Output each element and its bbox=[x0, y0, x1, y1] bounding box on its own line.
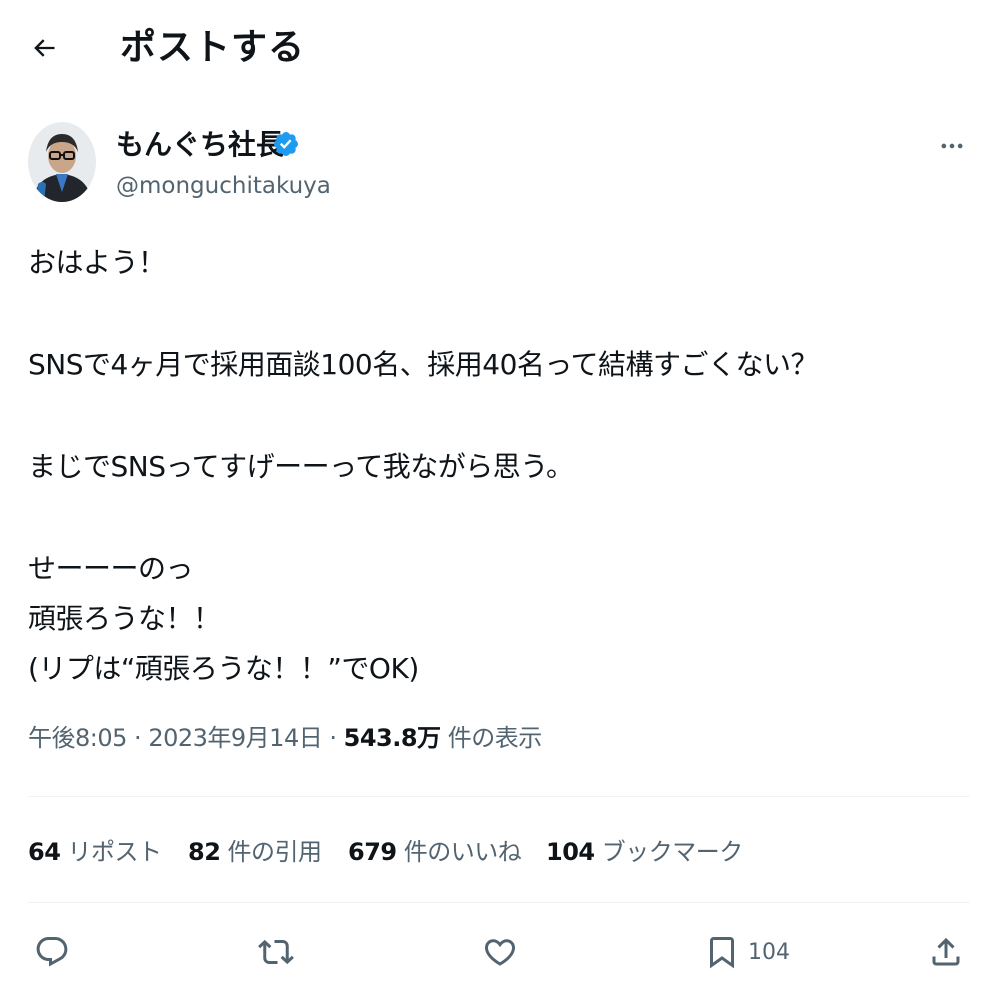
quotes-stat[interactable]: 82 件の引用 bbox=[188, 830, 322, 874]
like-button[interactable] bbox=[482, 928, 518, 976]
author-handle[interactable]: @monguchitakuya bbox=[116, 170, 331, 202]
bookmark-action-count: 104 bbox=[748, 939, 790, 965]
tweet-text-line bbox=[28, 390, 972, 442]
tweet-text-line: おはよう！ bbox=[28, 246, 166, 279]
repost-icon bbox=[258, 939, 294, 965]
more-options-button[interactable] bbox=[932, 126, 972, 166]
bookmarks-count: 104 bbox=[546, 838, 595, 866]
tweet-text-line: 頑張ろうな！！ bbox=[28, 602, 221, 635]
divider bbox=[28, 796, 970, 797]
verified-badge-icon bbox=[274, 132, 298, 156]
tweet-detail-page: ポストする もんぐち社長 @monguchitakuya おはよう！ SNSで4… bbox=[0, 0, 998, 998]
tweet-time[interactable]: 午後8:05 bbox=[28, 724, 127, 752]
tweet-text: おはよう！ SNSで4ヶ月で採用面談100名、採用40名って結構すごくない？ ま… bbox=[28, 238, 972, 694]
bookmarks-stat[interactable]: 104 ブックマーク bbox=[546, 830, 743, 874]
views-label: 件の表示 bbox=[447, 724, 543, 752]
reposts-count: 64 bbox=[28, 838, 61, 866]
more-horizontal-icon bbox=[941, 143, 963, 149]
author-display-name[interactable]: もんぐち社長 bbox=[116, 126, 284, 164]
tweet-text-line bbox=[28, 288, 972, 340]
tweet-text-line bbox=[28, 492, 972, 544]
page-header: ポストする bbox=[0, 0, 998, 96]
tweet-date[interactable]: 2023年9月14日 bbox=[148, 724, 322, 752]
quotes-count: 82 bbox=[188, 838, 221, 866]
tweet-text-line: せーーーのっ bbox=[28, 552, 194, 585]
likes-label: 件のいいね bbox=[403, 838, 522, 866]
views-count: 543.8万 bbox=[343, 724, 441, 752]
meta-separator: · bbox=[329, 724, 337, 752]
back-button[interactable] bbox=[22, 26, 66, 70]
bookmarks-label: ブックマーク bbox=[601, 838, 744, 866]
page-title: ポストする bbox=[120, 27, 306, 68]
reposts-label: リポスト bbox=[67, 838, 163, 866]
tweet-text-line: (リプは“頑張ろうな！！”でOK) bbox=[28, 652, 419, 685]
avatar[interactable] bbox=[28, 122, 96, 202]
divider bbox=[28, 902, 970, 903]
repost-button[interactable] bbox=[258, 928, 294, 976]
meta-separator: · bbox=[134, 724, 142, 752]
tweet-meta: 午後8:05 · 2023年9月14日 · 543.8万 件の表示 bbox=[28, 718, 542, 758]
reply-icon bbox=[36, 937, 68, 967]
tweet-text-line: まじでSNSってすげーーって我ながら思う。 bbox=[28, 450, 574, 483]
share-button[interactable] bbox=[928, 928, 964, 976]
reply-button[interactable] bbox=[34, 928, 70, 976]
tweet-text-line: SNSで4ヶ月で採用面談100名、採用40名って結構すごくない？ bbox=[28, 348, 818, 381]
share-icon bbox=[932, 937, 960, 966]
likes-count: 679 bbox=[348, 838, 397, 866]
author-row: もんぐち社長 @monguchitakuya bbox=[28, 122, 972, 206]
reposts-stat[interactable]: 64 リポスト bbox=[28, 830, 162, 874]
arrow-left-icon bbox=[34, 39, 55, 57]
heart-icon bbox=[484, 939, 516, 966]
action-bar: 104 bbox=[0, 920, 998, 984]
likes-stat[interactable]: 679 件のいいね bbox=[348, 830, 522, 874]
bookmark-icon bbox=[710, 937, 734, 969]
bookmark-button[interactable]: 104 bbox=[704, 928, 790, 976]
avatar-image bbox=[28, 122, 96, 202]
quotes-label: 件の引用 bbox=[227, 838, 323, 866]
